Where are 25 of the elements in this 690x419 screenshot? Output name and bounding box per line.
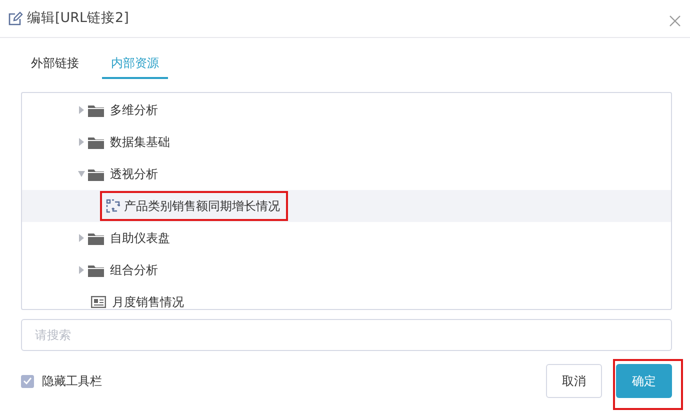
caret-icon[interactable] [78, 138, 85, 146]
cancel-button[interactable]: 取消 [546, 364, 602, 398]
tree-item[interactable]: 透视分析 [107, 163, 161, 185]
edit-icon [8, 11, 23, 26]
caret-icon[interactable] [78, 266, 85, 274]
tree-item[interactable]: 组合分析 [107, 259, 161, 281]
folder-icon [88, 264, 104, 276]
dialog-title: 编辑[URL链接2] [27, 9, 129, 28]
pivot-table-icon [106, 199, 120, 213]
folder-icon [88, 136, 104, 148]
checkbox[interactable] [21, 374, 34, 388]
report-icon [91, 296, 106, 308]
tree-item[interactable]: 多维分析 [107, 99, 161, 121]
folder-icon [88, 232, 104, 244]
search-field[interactable]: 请搜索 [21, 319, 672, 351]
folder-icon [88, 168, 104, 180]
checkbox-label: 隐藏工具栏 [42, 373, 102, 390]
tree-item[interactable]: 自助仪表盘 [107, 227, 173, 249]
tree-item[interactable]: 月度销售情况 [109, 291, 187, 309]
caret-icon[interactable] [78, 170, 85, 178]
folder-icon [88, 104, 104, 116]
caret-icon[interactable] [78, 234, 85, 242]
tab[interactable]: 外部链接 [22, 50, 88, 79]
caret-icon[interactable] [78, 106, 85, 114]
tree-item[interactable]: 数据集基础 [107, 131, 173, 153]
